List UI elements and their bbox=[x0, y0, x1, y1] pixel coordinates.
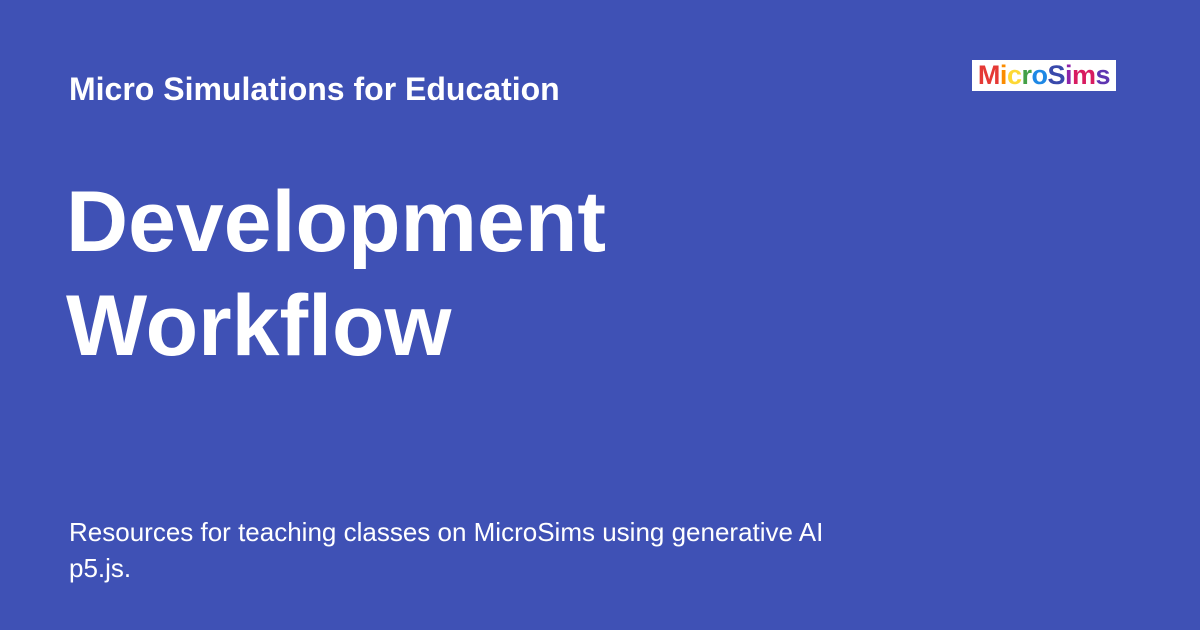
logo-letter: M bbox=[977, 60, 1001, 90]
description-line-2: p5.js. bbox=[69, 553, 132, 583]
page-title-line-1: Development bbox=[66, 174, 607, 270]
logo-letter: o bbox=[1031, 60, 1048, 90]
page-title: Development Workflow bbox=[66, 170, 606, 378]
logo-text: MicroSims bbox=[977, 60, 1111, 91]
page-title-line-2: Workflow bbox=[66, 278, 452, 374]
logo-letter: c bbox=[1006, 60, 1022, 90]
logo-letter: s bbox=[1095, 60, 1111, 90]
description-line-1: Resources for teaching classes on MicroS… bbox=[69, 517, 824, 547]
page-description: Resources for teaching classes on MicroS… bbox=[69, 514, 929, 586]
logo-letter: i bbox=[1065, 60, 1073, 90]
logo-letter: i bbox=[999, 60, 1008, 90]
logo-letter: r bbox=[1021, 60, 1032, 90]
logo-letter: m bbox=[1072, 60, 1096, 90]
microsims-logo: MicroSims bbox=[972, 60, 1116, 91]
logo-letter: S bbox=[1047, 60, 1065, 90]
site-name: Micro Simulations for Education bbox=[69, 71, 560, 107]
